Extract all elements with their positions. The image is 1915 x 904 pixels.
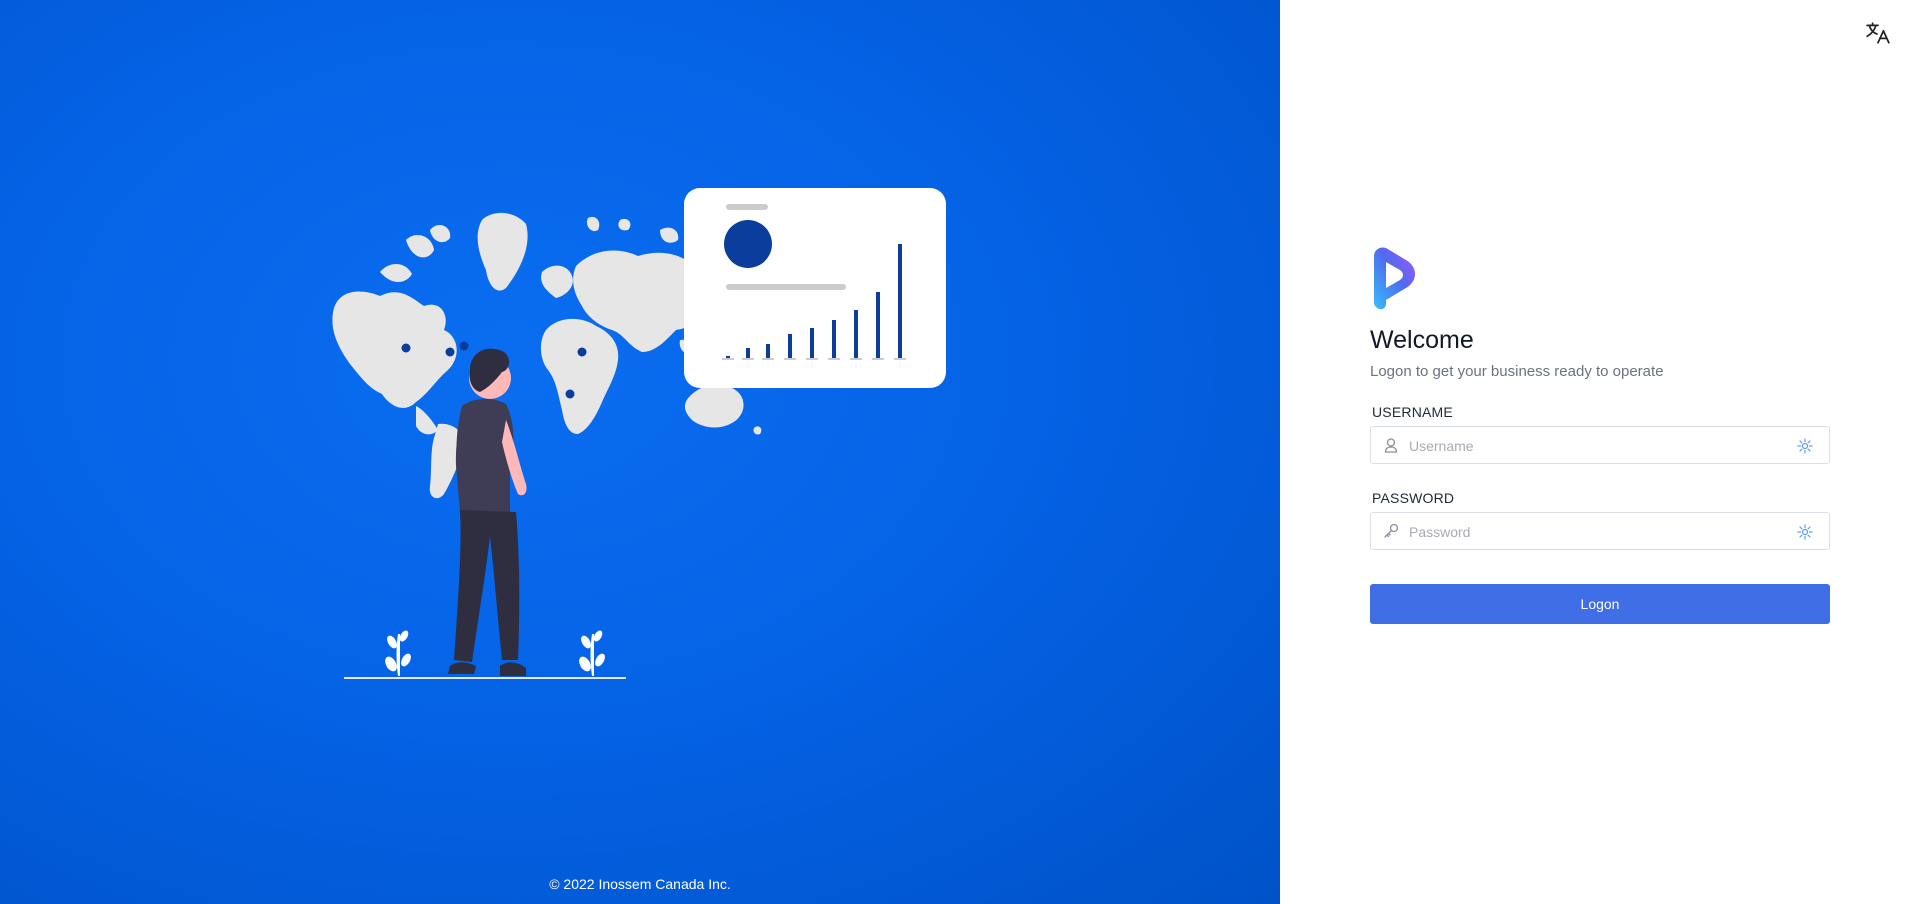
username-input[interactable]	[1407, 427, 1791, 465]
username-field[interactable]	[1370, 426, 1830, 465]
sparkle-icon[interactable]	[1797, 524, 1813, 540]
password-input[interactable]	[1407, 513, 1791, 551]
copyright-text: © 2022 Inossem Canada Inc.	[549, 876, 731, 892]
password-field[interactable]	[1370, 512, 1830, 551]
user-icon	[1384, 438, 1398, 453]
translate-icon[interactable]	[1865, 20, 1891, 46]
key-icon	[1384, 523, 1399, 538]
sparkle-icon[interactable]	[1797, 438, 1813, 454]
username-label: USERNAME	[1372, 404, 1453, 420]
login-form: Welcome Logon to get your business ready…	[1370, 246, 1830, 624]
world-map-illustration	[332, 188, 946, 679]
password-label: PASSWORD	[1372, 490, 1455, 506]
brand-logo	[1374, 247, 1415, 310]
page-subtitle: Logon to get your business ready to oper…	[1370, 363, 1664, 380]
page-title: Welcome	[1370, 326, 1474, 354]
logon-button[interactable]: Logon	[1370, 584, 1830, 624]
hero-panel: © 2022 Inossem Canada Inc.	[0, 0, 1280, 904]
